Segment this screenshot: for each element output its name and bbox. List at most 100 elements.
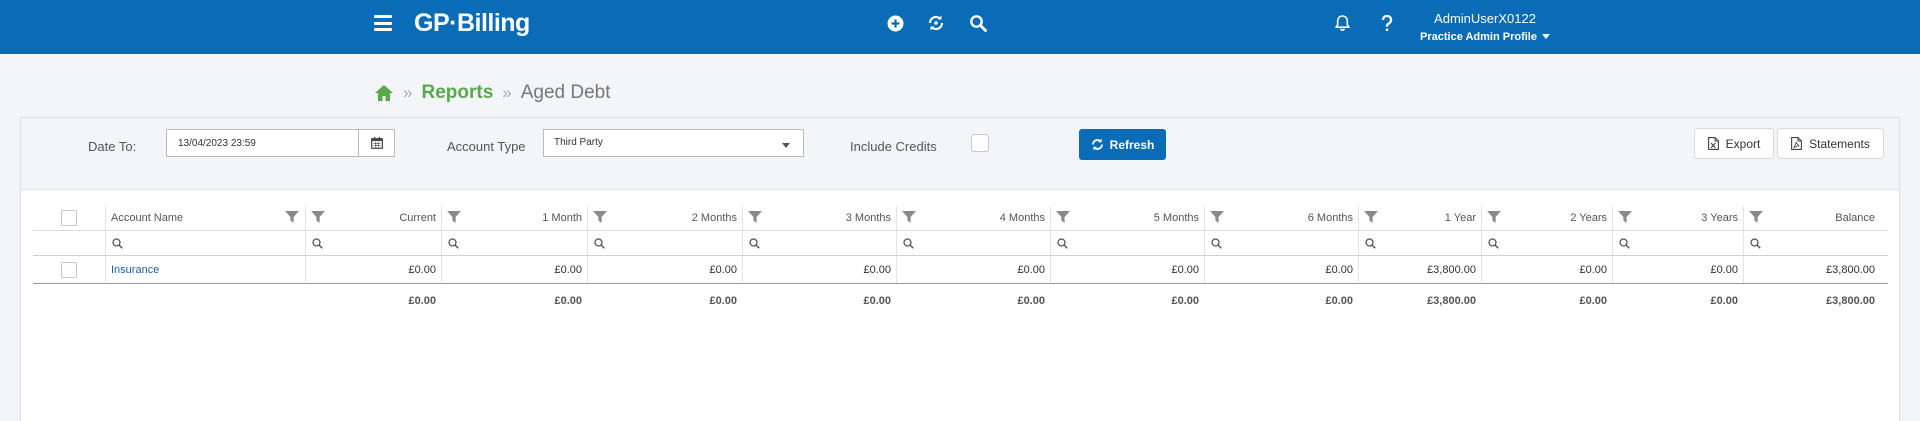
search-icon[interactable]	[968, 13, 988, 33]
total-cell: £3,800.00	[1826, 295, 1875, 307]
app-logo[interactable]: GP·Billing	[414, 9, 530, 38]
column-header[interactable]: 1 Month	[441, 206, 587, 230]
search-icon	[1619, 237, 1630, 249]
filter-icon[interactable]	[1618, 211, 1632, 223]
column-search-row	[33, 230, 1888, 256]
column-search-cell[interactable]	[105, 231, 305, 255]
refresh-icon	[1091, 138, 1103, 151]
search-spacer	[33, 231, 105, 255]
bell-icon[interactable]	[1332, 13, 1352, 33]
include-credits-checkbox[interactable]	[971, 134, 989, 152]
profile-dropdown[interactable]: Practice Admin Profile	[1420, 31, 1550, 43]
add-icon[interactable]	[885, 13, 905, 33]
column-header[interactable]: 4 Months	[896, 206, 1050, 230]
table-cell: £3,800.00	[1743, 256, 1880, 283]
filter-icon[interactable]	[902, 211, 916, 223]
statements-label: Statements	[1809, 136, 1870, 151]
column-search-cell[interactable]	[1204, 231, 1358, 255]
total-cell: £0.00	[1579, 295, 1607, 307]
table-row: Insurance £0.00 £0.00 £0.00 £0.00 £0.00 …	[33, 256, 1888, 284]
home-icon[interactable]	[374, 84, 394, 102]
top-navbar: GP·Billing AdminUserX0122 Practice Admin…	[0, 0, 1920, 54]
calendar-icon[interactable]	[358, 130, 394, 156]
filter-icon[interactable]	[1487, 211, 1501, 223]
total-cell: £0.00	[1171, 295, 1199, 307]
refresh-button[interactable]: Refresh	[1079, 129, 1166, 160]
search-icon	[448, 237, 459, 249]
column-header-label: 6 Months	[1307, 212, 1353, 224]
filter-icon[interactable]	[311, 211, 325, 223]
column-search-cell[interactable]	[896, 231, 1050, 255]
chevron-down-icon	[782, 143, 790, 148]
column-search-cell[interactable]	[1612, 231, 1743, 255]
date-to-input[interactable]	[167, 130, 358, 156]
table-cell: £0.00	[896, 256, 1050, 283]
column-search-cell[interactable]	[1481, 231, 1612, 255]
filter-icon[interactable]	[285, 211, 299, 223]
date-to-field	[166, 129, 395, 157]
column-search-cell[interactable]	[441, 231, 587, 255]
search-icon	[1365, 237, 1376, 249]
include-credits-label: Include Credits	[850, 139, 937, 154]
breadcrumb: » Reports » Aged Debt	[374, 82, 611, 104]
filter-icon[interactable]	[447, 211, 461, 223]
search-icon	[1488, 237, 1499, 249]
breadcrumb-reports[interactable]: Reports	[421, 82, 493, 104]
column-search-cell[interactable]	[587, 231, 742, 255]
filter-icon[interactable]	[748, 211, 762, 223]
column-search-cell[interactable]	[742, 231, 896, 255]
column-search-cell[interactable]	[1050, 231, 1204, 255]
column-header[interactable]: Account Name	[105, 206, 305, 230]
column-search-cell[interactable]	[1743, 231, 1880, 255]
export-button[interactable]: Export	[1694, 128, 1774, 159]
column-header[interactable]: 2 Years	[1481, 206, 1612, 230]
filter-icon[interactable]	[1749, 211, 1763, 223]
search-icon	[112, 237, 123, 249]
column-header[interactable]: 3 Years	[1612, 206, 1743, 230]
row-checkbox[interactable]	[61, 261, 77, 278]
column-header[interactable]: 6 Months	[1204, 206, 1358, 230]
page-title: Aged Debt	[520, 82, 611, 103]
help-icon[interactable]	[1377, 13, 1397, 33]
breadcrumb-separator: »	[502, 83, 512, 102]
total-cell: £0.00	[709, 295, 737, 307]
account-link[interactable]: Insurance	[111, 264, 159, 276]
column-header-label: 4 Months	[999, 212, 1045, 224]
menu-icon[interactable]	[374, 15, 392, 31]
search-icon	[1750, 237, 1761, 249]
filter-icon[interactable]	[1364, 211, 1378, 223]
column-header[interactable]: Balance	[1743, 206, 1880, 230]
filter-icon[interactable]	[1056, 211, 1070, 223]
column-header[interactable]: 5 Months	[1050, 206, 1204, 230]
refresh-label: Refresh	[1109, 137, 1155, 152]
column-header[interactable]: 2 Months	[587, 206, 742, 230]
select-all-checkbox[interactable]	[61, 210, 77, 226]
filter-bar: Date To: Account Type Third Party Includ…	[21, 118, 1899, 190]
account-name-cell: Insurance	[105, 256, 305, 283]
filter-icon[interactable]	[1210, 211, 1224, 223]
column-header-label: Current	[399, 212, 436, 224]
column-header-label: 5 Months	[1153, 212, 1199, 224]
column-search-cell[interactable]	[305, 231, 441, 255]
statements-button[interactable]: Statements	[1777, 128, 1884, 159]
column-header[interactable]: 1 Year	[1358, 206, 1481, 230]
table-cell: £0.00	[1050, 256, 1204, 283]
table-cell: £0.00	[587, 256, 742, 283]
account-type-select[interactable]: Third Party	[543, 129, 804, 157]
column-header-label: Account Name	[111, 212, 184, 224]
filter-icon[interactable]	[593, 211, 607, 223]
table-cell: £0.00	[1481, 256, 1612, 283]
search-icon	[1057, 237, 1068, 249]
search-icon	[749, 237, 760, 249]
user-menu[interactable]: AdminUserX0122 Practice Admin Profile	[1420, 11, 1550, 43]
table-cell: £0.00	[1612, 256, 1743, 283]
column-header-label: 3 Months	[845, 212, 891, 224]
sync-icon[interactable]	[926, 13, 946, 33]
column-header[interactable]: 3 Months	[742, 206, 896, 230]
table-header-row: Account Name Current 1 Month 2 Months 3 …	[33, 206, 1888, 230]
column-search-cell[interactable]	[1358, 231, 1481, 255]
date-to-label: Date To:	[88, 139, 137, 154]
total-cell: £0.00	[554, 295, 582, 307]
account-type-value: Third Party	[554, 137, 603, 148]
column-header[interactable]: Current	[305, 206, 441, 230]
